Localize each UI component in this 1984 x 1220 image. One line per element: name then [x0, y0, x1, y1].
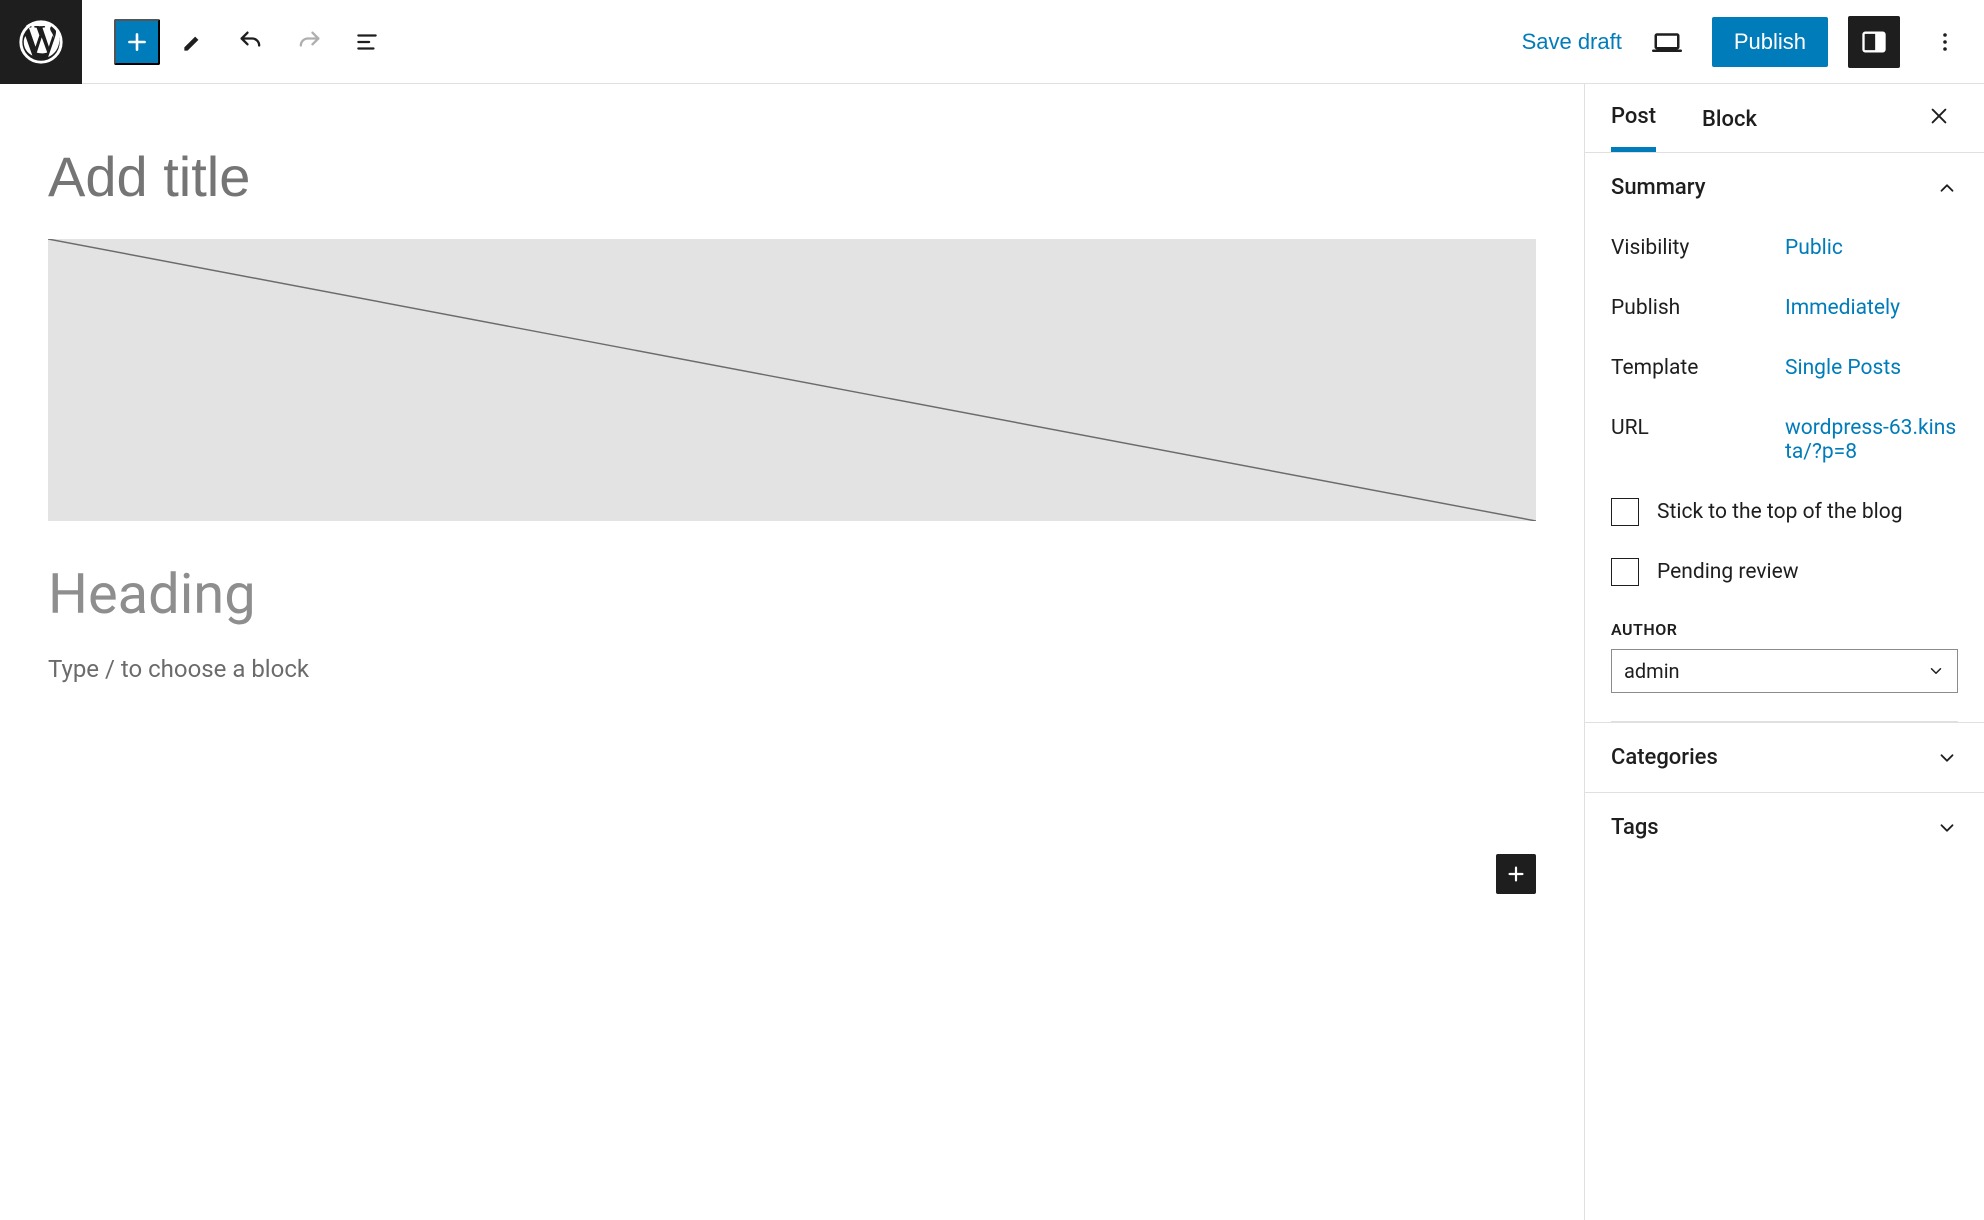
row-sticky: Stick to the top of the blog [1611, 482, 1958, 542]
close-icon [1928, 105, 1950, 127]
editor-canvas: Heading Type / to choose a block [0, 84, 1584, 1220]
sidebar-tabs: Post Block [1585, 84, 1984, 153]
preview-button[interactable] [1642, 17, 1692, 67]
chevron-down-icon [1936, 747, 1958, 769]
plus-icon [1505, 863, 1527, 885]
panel-summary-toggle[interactable]: Summary [1611, 153, 1958, 218]
publish-label: Publish [1611, 296, 1785, 320]
inline-add-block-button[interactable] [1496, 854, 1536, 894]
pending-label: Pending review [1657, 560, 1799, 584]
panel-tags-title: Tags [1611, 815, 1659, 840]
settings-sidebar-toggle[interactable] [1848, 16, 1900, 68]
panel-summary: Summary Visibility Public Publish Immedi… [1585, 153, 1984, 722]
author-value: admin [1624, 659, 1680, 683]
paragraph-block-placeholder[interactable]: Type / to choose a block [48, 655, 1536, 683]
device-desktop-icon [1652, 27, 1682, 57]
row-url: URL wordpress-63.kinsta/?p=8 [1611, 398, 1958, 482]
add-block-button[interactable] [114, 19, 160, 65]
editor-top-toolbar: Save draft Publish [0, 0, 1984, 84]
heading-block-placeholder[interactable]: Heading [48, 521, 1536, 655]
author-label: AUTHOR [1611, 602, 1958, 639]
undo-button[interactable] [226, 17, 276, 67]
row-template: Template Single Posts [1611, 338, 1958, 398]
toolbar-left-group [82, 17, 392, 67]
row-publish: Publish Immediately [1611, 278, 1958, 338]
author-select[interactable]: admin [1611, 649, 1958, 693]
document-overview-button[interactable] [342, 17, 392, 67]
tab-block[interactable]: Block [1702, 87, 1757, 150]
template-value[interactable]: Single Posts [1785, 356, 1958, 380]
chevron-down-icon [1936, 817, 1958, 839]
toolbar-right-group: Save draft Publish [1522, 16, 1984, 68]
pending-checkbox[interactable] [1611, 558, 1639, 586]
tab-post[interactable]: Post [1611, 84, 1656, 152]
kebab-icon [1933, 30, 1957, 54]
close-sidebar-button[interactable] [1920, 97, 1958, 139]
visibility-label: Visibility [1611, 236, 1785, 260]
row-visibility: Visibility Public [1611, 218, 1958, 278]
settings-sidebar: Post Block Summary Visibility Public [1584, 84, 1984, 1220]
row-pending: Pending review [1611, 542, 1958, 602]
visibility-value[interactable]: Public [1785, 236, 1958, 260]
tools-button[interactable] [168, 17, 218, 67]
url-label: URL [1611, 416, 1785, 464]
url-value[interactable]: wordpress-63.kinsta/?p=8 [1785, 416, 1958, 464]
wordpress-logo[interactable] [0, 0, 82, 84]
sticky-label: Stick to the top of the blog [1657, 500, 1903, 524]
sticky-checkbox[interactable] [1611, 498, 1639, 526]
post-title-input[interactable] [48, 124, 1536, 239]
wordpress-icon [19, 20, 63, 64]
panel-categories-toggle[interactable]: Categories [1585, 722, 1984, 792]
pencil-icon [180, 29, 206, 55]
plus-icon [124, 29, 150, 55]
list-icon [354, 29, 380, 55]
panel-summary-title: Summary [1611, 175, 1706, 200]
publish-value[interactable]: Immediately [1785, 296, 1958, 320]
sidebar-icon [1860, 28, 1888, 56]
template-label: Template [1611, 356, 1785, 380]
panel-tags-toggle[interactable]: Tags [1585, 792, 1984, 862]
chevron-up-icon [1936, 177, 1958, 199]
redo-icon [295, 28, 323, 56]
image-block-placeholder[interactable] [48, 239, 1536, 521]
undo-icon [237, 28, 265, 56]
options-menu-button[interactable] [1920, 17, 1970, 67]
image-placeholder-icon [48, 239, 1536, 521]
redo-button[interactable] [284, 17, 334, 67]
save-draft-button[interactable]: Save draft [1522, 29, 1622, 55]
panel-categories-title: Categories [1611, 745, 1718, 770]
chevron-down-icon [1927, 662, 1945, 680]
publish-button[interactable]: Publish [1712, 17, 1828, 67]
